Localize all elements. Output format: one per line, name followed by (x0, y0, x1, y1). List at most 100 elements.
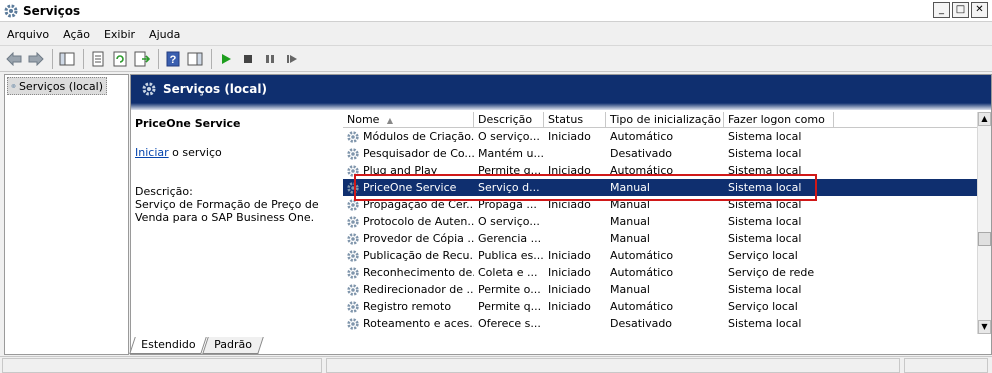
table-row[interactable]: Redirecionador de ... Permite o... Iniciad… (343, 281, 989, 298)
back-arrow-icon[interactable] (4, 49, 24, 69)
gear-icon (347, 249, 359, 262)
tab-estendido[interactable]: Estendido (129, 337, 208, 354)
tab-padrao[interactable]: Padrão (202, 337, 265, 354)
table-row[interactable]: Roteamento e aces... Oferece s... Desativa… (343, 315, 989, 332)
cell-name: Módulos de Criação... (343, 130, 474, 144)
table-row[interactable]: Publicação de Recu... Publica es... Inicia… (343, 247, 989, 264)
close-button[interactable]: ✕ (971, 2, 988, 18)
tree-item-label: Serviços (local) (18, 79, 103, 93)
scroll-up-icon[interactable]: ▲ (978, 112, 991, 126)
toolbar-separator (211, 48, 212, 69)
column-header-status[interactable]: Status (544, 112, 606, 127)
cell-logon-as: Serviço de rede (728, 266, 815, 279)
description-panel: PriceOne Service Iniciar o serviço Descr… (135, 117, 340, 224)
service-name: Pesquisador de Co... (363, 147, 474, 160)
cell-description: Coleta e ... (478, 266, 538, 279)
gear-icon (11, 83, 16, 89)
sort-ascending-icon: ▲ (386, 116, 393, 125)
menu-exibir[interactable]: Exibir (97, 28, 142, 41)
table-row[interactable]: Pesquisador de Co... Mantém u... Desativad… (343, 145, 989, 162)
cell-startup-type: Desativado (610, 317, 673, 330)
refresh-icon[interactable] (110, 49, 130, 69)
table-row[interactable]: Registro remoto Permite q... Iniciado Autom… (343, 298, 989, 315)
stop-icon[interactable] (238, 49, 258, 69)
maximize-button[interactable]: □ (952, 2, 969, 18)
service-name: Protocolo de Auten... (363, 215, 474, 228)
tree-item-services-local[interactable]: Serviços (local) (7, 77, 107, 95)
cell-name: Registro remoto (343, 300, 474, 314)
table-row[interactable]: Protocolo de Auten... O serviço... Manual S… (343, 213, 989, 230)
toolbar-separator (83, 48, 84, 69)
show-hide-tree-icon[interactable] (57, 49, 77, 69)
cell-description: O serviço... (478, 215, 540, 228)
selected-service-name: PriceOne Service (135, 117, 241, 130)
cell-logon-as: Sistema local (728, 283, 802, 296)
restart-icon[interactable] (282, 49, 302, 69)
vertical-scrollbar[interactable]: ▲ ▼ (977, 112, 991, 334)
title-bar: Serviços _ □ ✕ (0, 0, 992, 22)
highlight-annotation (354, 174, 817, 201)
status-pane (2, 358, 322, 373)
gear-icon (347, 266, 359, 279)
gear-icon (347, 232, 359, 245)
start-service-link[interactable]: Iniciar (135, 146, 169, 159)
cell-description: Mantém u... (478, 147, 544, 160)
service-name: Registro remoto (363, 300, 452, 313)
header-gradient (131, 103, 991, 110)
cell-description: Oferece s... (478, 317, 541, 330)
toolbar: ? (0, 45, 992, 72)
column-header-startup-type[interactable]: Tipo de inicialização (606, 112, 724, 127)
menu-ajuda[interactable]: Ajuda (142, 28, 187, 41)
window-controls: _ □ ✕ (933, 2, 988, 18)
cell-logon-as: Sistema local (728, 147, 802, 160)
cell-startup-type: Automático (610, 266, 674, 279)
services-list: Nome ▲ Descrição Status Tipo de inicializ… (343, 112, 989, 334)
gear-icon (347, 300, 359, 313)
show-hide-action-pane-icon[interactable] (185, 49, 205, 69)
status-bar (0, 356, 992, 373)
cell-startup-type: Automático (610, 300, 674, 313)
menu-bar: Arquivo Ação Exibir Ajuda (0, 24, 992, 44)
cell-description: Publica es... (478, 249, 544, 262)
table-row[interactable]: Módulos de Criação... O serviço... Iniciad… (343, 128, 989, 145)
menu-acao[interactable]: Ação (56, 28, 97, 41)
play-icon[interactable] (216, 49, 236, 69)
export-list-icon[interactable] (132, 49, 152, 69)
gear-icon (347, 317, 359, 330)
column-header-name[interactable]: Nome ▲ (343, 112, 474, 127)
forward-arrow-icon[interactable] (26, 49, 46, 69)
table-row[interactable]: Provedor de Cópia ... Gerencia ... Manual S… (343, 230, 989, 247)
service-name: Reconhecimento de... (363, 266, 474, 279)
description-text: Serviço de Formação de Preço de Venda pa… (135, 198, 319, 224)
cell-status: Iniciado (548, 300, 591, 313)
start-service-suffix: o serviço (168, 146, 222, 159)
status-pane (904, 358, 988, 373)
cell-description: Permite o... (478, 283, 541, 296)
column-header-description[interactable]: Descrição (474, 112, 544, 127)
table-row[interactable]: Reconhecimento de... Coleta e ... Iniciado… (343, 264, 989, 281)
cell-description: Permite q... (478, 300, 542, 313)
help-icon[interactable]: ? (163, 49, 183, 69)
cell-name: Reconhecimento de... (343, 266, 474, 280)
description-label: Descrição: (135, 185, 193, 198)
gear-icon (142, 82, 156, 96)
cell-status: Iniciado (548, 130, 591, 143)
view-tabs: Estendido Padrão (129, 336, 992, 354)
cell-name: Provedor de Cópia ... (343, 232, 474, 246)
column-header-logon-as[interactable]: Fazer logon como (724, 112, 834, 127)
properties-icon[interactable] (88, 49, 108, 69)
pause-icon[interactable] (260, 49, 280, 69)
window-title: Serviços (23, 3, 81, 18)
service-name: Publicação de Recu... (363, 249, 474, 262)
menu-arquivo[interactable]: Arquivo (0, 28, 56, 41)
scroll-down-icon[interactable]: ▼ (978, 320, 991, 334)
gear-icon (347, 283, 359, 296)
scroll-thumb[interactable] (978, 232, 991, 246)
cell-name: Roteamento e aces... (343, 317, 474, 331)
gear-icon (4, 4, 18, 17)
cell-status: Iniciado (548, 283, 591, 296)
cell-startup-type: Automático (610, 130, 674, 143)
list-header: Nome ▲ Descrição Status Tipo de inicializ… (343, 112, 989, 128)
cell-name: Redirecionador de ... (343, 283, 474, 297)
minimize-button[interactable]: _ (933, 2, 950, 18)
